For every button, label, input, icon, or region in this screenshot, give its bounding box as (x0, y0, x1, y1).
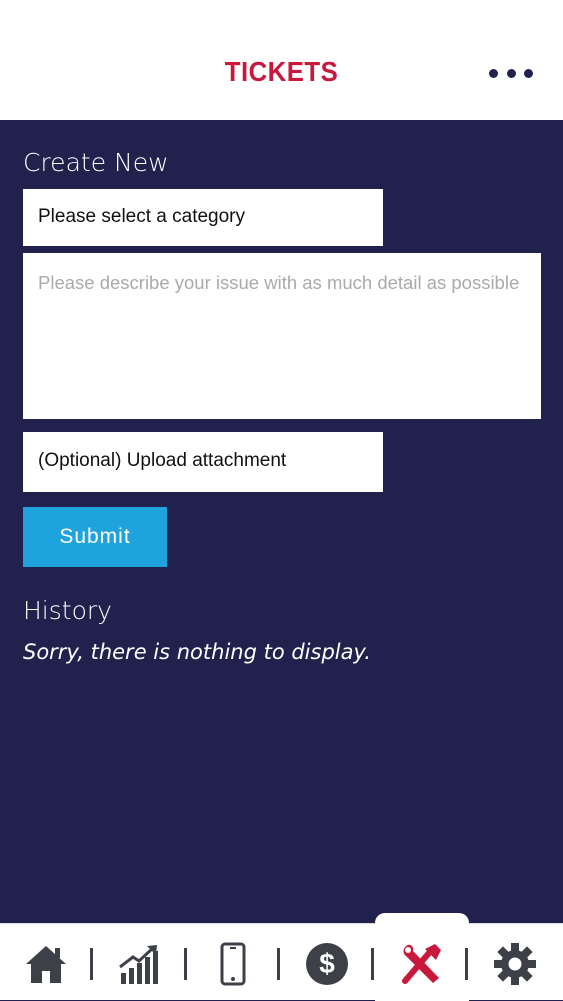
svg-text:$: $ (319, 948, 335, 979)
dollar-icon: $ (306, 943, 348, 985)
nav-settings[interactable] (491, 940, 539, 988)
bottom-nav: $ (0, 913, 563, 1001)
nav-growth[interactable] (115, 940, 163, 988)
history-empty-message: Sorry, there is nothing to display. (23, 640, 371, 664)
more-dot (524, 68, 533, 78)
header: TICKETS (0, 0, 563, 120)
create-new-heading: Create New (23, 148, 169, 177)
more-dot (506, 68, 516, 78)
upload-attachment-field[interactable]: (Optional) Upload attachment (23, 432, 383, 492)
description-textarea[interactable]: Please describe your issue with as much … (23, 253, 541, 419)
nav-separator (371, 948, 374, 980)
nav-separator (277, 948, 280, 980)
nav-billing[interactable]: $ (303, 940, 351, 988)
submit-button[interactable]: Submit (23, 507, 167, 567)
history-heading: History (23, 596, 112, 625)
more-horizontal-icon (489, 68, 498, 78)
nav-devices[interactable] (209, 940, 257, 988)
tools-icon (402, 944, 441, 984)
mobile-phone-icon (220, 942, 246, 986)
more-menu-button[interactable] (489, 60, 533, 86)
nav-separator (90, 948, 93, 980)
home-icon (26, 946, 66, 983)
nav-separator (184, 948, 187, 980)
nav-separator (465, 948, 468, 980)
growth-chart-icon (119, 945, 158, 984)
nav-home[interactable] (22, 940, 70, 988)
tickets-content: Create New Please select a category Plea… (0, 120, 563, 923)
page-title: TICKETS (224, 56, 339, 87)
gear-icon (494, 943, 536, 985)
nav-tickets[interactable] (398, 940, 446, 988)
category-select[interactable]: Please select a category (23, 189, 383, 246)
